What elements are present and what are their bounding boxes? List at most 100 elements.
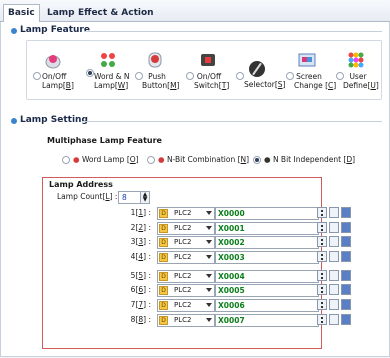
device-select[interactable]: D PLC2 (157, 207, 215, 220)
device-value: PLC2 (174, 272, 192, 280)
feature-label-line1: Word & N (94, 72, 130, 81)
spinner-arrows-icon[interactable]: ▲ ▼ (140, 192, 149, 203)
multiphase-label: Word Lamp (81, 155, 125, 164)
feature-label-line1: On/Off (196, 72, 222, 81)
address-keypad-icon[interactable] (329, 299, 339, 310)
address-options-icon[interactable] (317, 284, 327, 295)
address-input[interactable]: X0007 (215, 314, 319, 327)
feature-label-word-lamp: Word & N Lamp[W] (94, 72, 130, 90)
lamp-setting-divider (83, 121, 382, 122)
address-keypad-icon[interactable] (329, 236, 339, 247)
device-select[interactable]: D PLC2 (157, 299, 215, 312)
address-list-icon[interactable] (341, 251, 351, 262)
feature-hotkey: C (328, 81, 334, 90)
multiphase-hotkey: N (240, 155, 247, 164)
feature-label-line2: Define (343, 81, 368, 90)
address-options-icon[interactable] (317, 299, 327, 310)
chevron-down-icon (206, 288, 212, 292)
device-icon: D (159, 209, 168, 218)
address-buttons (317, 251, 357, 264)
address-options-icon[interactable] (317, 207, 327, 218)
on-off-lamp-icon (44, 51, 62, 69)
address-list-icon[interactable] (341, 314, 351, 325)
device-icon: D (159, 316, 168, 325)
lamp-feature-divider (84, 31, 382, 32)
n-bit-combination-icon: ● (158, 155, 165, 164)
tab-basic[interactable]: Basic (3, 4, 40, 23)
row-hotkey: 8 (138, 315, 144, 324)
row-hotkey: 2 (138, 223, 144, 232)
row-hotkey: 3 (138, 237, 144, 246)
address-input[interactable]: X0006 (215, 299, 319, 312)
address-keypad-icon[interactable] (329, 270, 339, 281)
address-options-icon[interactable] (317, 236, 327, 247)
address-keypad-icon[interactable] (329, 222, 339, 233)
feature-label-line1: Selector (244, 80, 275, 89)
lamp-count-hotkey: L (105, 192, 110, 201)
selector-icon (248, 60, 266, 78)
device-value: PLC2 (174, 224, 192, 232)
lamp-address-row-label: 4[4] : (130, 252, 151, 261)
feature-label-line1: User (349, 72, 367, 81)
lamp-address-row: 3[3] : D PLC2 X0002 (43, 236, 351, 249)
feature-label-user-define: User Define[U] (343, 72, 379, 90)
address-buttons (317, 284, 357, 297)
address-list-icon[interactable] (341, 207, 351, 218)
address-list-icon[interactable] (341, 222, 351, 233)
address-keypad-icon[interactable] (329, 207, 339, 218)
address-input[interactable]: X0001 (215, 222, 319, 235)
lamp-count-spinner[interactable]: 8 ▲ ▼ (118, 191, 150, 204)
multiphase-option-n-bit-combination: ● N-Bit Combination [N] (158, 155, 250, 164)
address-list-icon[interactable] (341, 236, 351, 247)
lamp-feature-group (26, 40, 382, 100)
tab-lamp[interactable]: Lamp (47, 5, 75, 21)
address-list-icon[interactable] (341, 284, 351, 295)
address-input[interactable]: X0000 (215, 207, 319, 220)
device-select[interactable]: D PLC2 (157, 251, 215, 264)
address-keypad-icon[interactable] (329, 314, 339, 325)
chevron-down-icon (206, 255, 212, 259)
address-keypad-icon[interactable] (329, 284, 339, 295)
address-list-icon[interactable] (341, 299, 351, 310)
address-keypad-icon[interactable] (329, 251, 339, 262)
lamp-address-row-label: 5[5] : (130, 271, 151, 280)
chevron-down-icon (206, 303, 212, 307)
feature-radio-selector[interactable] (236, 72, 244, 80)
multiphase-hotkey: O (129, 155, 136, 164)
tab-effect-action[interactable]: Effect & Action (78, 5, 154, 21)
multiphase-radio-word-lamp[interactable] (62, 156, 70, 164)
feature-radio-on-off-switch[interactable] (186, 72, 194, 80)
switch-icon (199, 51, 217, 69)
device-select[interactable]: D PLC2 (157, 236, 215, 249)
lamp-address-row: 7[7] : D PLC2 X0006 (43, 299, 351, 312)
address-input[interactable]: X0004 (215, 270, 319, 283)
address-options-icon[interactable] (317, 314, 327, 325)
device-select[interactable]: D PLC2 (157, 270, 215, 283)
row-hotkey: 1 (138, 208, 144, 217)
address-options-icon[interactable] (317, 222, 327, 233)
device-value: PLC2 (174, 286, 192, 294)
lamp-address-row-label: 3[3] : (130, 237, 151, 246)
address-buttons (317, 222, 357, 235)
row-number: 3 (130, 237, 136, 246)
device-select[interactable]: D PLC2 (157, 314, 215, 327)
lamp-address-box: Lamp Address Lamp Count[L] : 8 ▲ ▼ 1[1] :… (42, 177, 351, 349)
feature-radio-word-lamp[interactable] (86, 69, 94, 77)
multiphase-radio-n-bit-combination[interactable] (147, 156, 155, 164)
device-select[interactable]: D PLC2 (157, 284, 215, 297)
device-select[interactable]: D PLC2 (157, 222, 215, 235)
address-options-icon[interactable] (317, 270, 327, 281)
multiphase-radio-n-bit-independent[interactable] (253, 156, 261, 164)
address-input[interactable]: X0003 (215, 251, 319, 264)
address-input[interactable]: X0005 (215, 284, 319, 297)
row-number: 1 (130, 208, 136, 217)
feature-radio-on-off-lamp[interactable] (33, 72, 41, 80)
address-options-icon[interactable] (317, 251, 327, 262)
feature-radio-screen-change[interactable] (286, 72, 294, 80)
screen-change-icon (298, 51, 316, 69)
row-number: 7 (130, 300, 136, 309)
feature-label-line2: Change (294, 81, 323, 90)
feature-label-on-off-lamp: On/Off Lamp[B] (42, 72, 74, 90)
address-input[interactable]: X0002 (215, 236, 319, 249)
address-list-icon[interactable] (341, 270, 351, 281)
